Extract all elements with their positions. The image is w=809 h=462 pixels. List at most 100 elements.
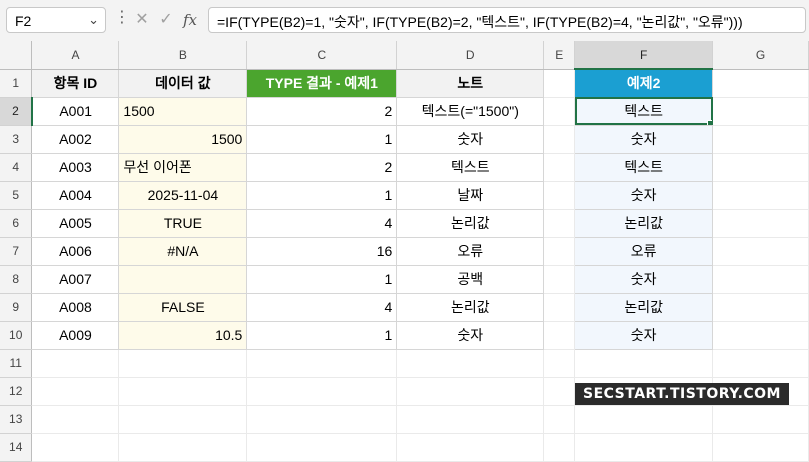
row-header[interactable]: 4 xyxy=(0,153,33,182)
cell-example2[interactable]: 숫자 xyxy=(574,125,714,154)
empty-cell[interactable] xyxy=(543,321,576,350)
row-header[interactable]: 14 xyxy=(0,433,33,462)
empty-cell[interactable] xyxy=(712,209,809,238)
cell-note[interactable]: 숫자 xyxy=(396,321,545,350)
empty-cell[interactable] xyxy=(712,405,809,434)
cancel-icon[interactable]: ✕ xyxy=(131,8,153,32)
empty-cell[interactable] xyxy=(712,97,809,126)
empty-cell[interactable] xyxy=(712,293,809,322)
row-header[interactable]: 13 xyxy=(0,405,33,434)
cell-data-value[interactable]: 1500 xyxy=(118,97,248,126)
empty-cell[interactable] xyxy=(543,125,576,154)
row-header[interactable]: 12 xyxy=(0,377,33,406)
cell-type-result[interactable]: 2 xyxy=(246,153,398,182)
empty-cell[interactable] xyxy=(543,405,576,434)
row-header[interactable]: 9 xyxy=(0,293,33,322)
cell-note[interactable]: 텍스트(="1500") xyxy=(396,97,545,126)
column-header-c[interactable]: C xyxy=(246,41,398,70)
cell-data-value[interactable]: TRUE xyxy=(118,209,248,238)
cell-id[interactable]: A001 xyxy=(31,97,120,126)
empty-cell[interactable] xyxy=(246,433,398,462)
row-header[interactable]: 3 xyxy=(0,125,33,154)
cell-type-result[interactable]: 16 xyxy=(246,237,398,266)
cell-data-value[interactable]: 10.5 xyxy=(118,321,248,350)
empty-cell[interactable] xyxy=(574,405,714,434)
cell-type-result[interactable]: 1 xyxy=(246,125,398,154)
row-header[interactable]: 10 xyxy=(0,321,33,350)
cell-id[interactable]: A008 xyxy=(31,293,120,322)
empty-cell[interactable] xyxy=(543,265,576,294)
cell-example2[interactable]: 논리값 xyxy=(574,209,714,238)
cell-id[interactable]: A007 xyxy=(31,265,120,294)
cell-id[interactable]: A005 xyxy=(31,209,120,238)
empty-cell[interactable] xyxy=(118,405,248,434)
cell-data-value[interactable]: 무선 이어폰 xyxy=(118,153,248,182)
cell-example2[interactable]: 숫자 xyxy=(574,181,714,210)
row-header[interactable]: 11 xyxy=(0,349,33,378)
fill-handle[interactable] xyxy=(707,119,712,124)
cell-note[interactable]: 공백 xyxy=(396,265,545,294)
empty-cell[interactable] xyxy=(543,97,576,126)
empty-cell[interactable] xyxy=(396,377,545,406)
empty-cell[interactable] xyxy=(712,433,809,462)
cell-note[interactable]: 논리값 xyxy=(396,209,545,238)
empty-cell[interactable] xyxy=(246,349,398,378)
name-box[interactable]: F2 ⌄ xyxy=(6,7,106,33)
cell-id[interactable]: A003 xyxy=(31,153,120,182)
cell-data-value[interactable]: 1500 xyxy=(118,125,248,154)
cell-data-value[interactable]: 2025-11-04 xyxy=(118,181,248,210)
column-header-d[interactable]: D xyxy=(396,41,545,70)
empty-cell[interactable] xyxy=(31,349,120,378)
active-cell[interactable]: 텍스트 xyxy=(574,97,714,126)
cell-data-value[interactable]: FALSE xyxy=(118,293,248,322)
empty-cell[interactable] xyxy=(396,349,545,378)
row-header[interactable]: 2 xyxy=(0,97,33,126)
row-header[interactable]: 7 xyxy=(0,237,33,266)
cell-example2[interactable]: 논리값 xyxy=(574,293,714,322)
empty-cell[interactable] xyxy=(118,377,248,406)
cell-example2[interactable]: 오류 xyxy=(574,237,714,266)
cell-type-result[interactable]: 1 xyxy=(246,321,398,350)
column-header-e[interactable]: E xyxy=(543,41,576,70)
column-header-g[interactable]: G xyxy=(712,41,809,70)
column-header-f[interactable]: F xyxy=(574,41,714,70)
row-header[interactable]: 6 xyxy=(0,209,33,238)
empty-cell[interactable] xyxy=(712,69,809,98)
empty-cell[interactable] xyxy=(543,433,576,462)
empty-cell[interactable] xyxy=(574,433,714,462)
empty-cell[interactable] xyxy=(396,405,545,434)
cell-note[interactable]: 날짜 xyxy=(396,181,545,210)
cell-id[interactable]: A004 xyxy=(31,181,120,210)
cell-note[interactable]: 논리값 xyxy=(396,293,545,322)
empty-cell[interactable] xyxy=(246,405,398,434)
header-cell-data-value[interactable]: 데이터 값 xyxy=(118,69,248,98)
empty-cell[interactable] xyxy=(543,237,576,266)
row-header[interactable]: 1 xyxy=(0,69,33,98)
empty-cell[interactable] xyxy=(31,377,120,406)
empty-cell[interactable] xyxy=(712,265,809,294)
cell-type-result[interactable]: 4 xyxy=(246,293,398,322)
chevron-down-icon[interactable]: ⌄ xyxy=(88,12,99,28)
empty-cell[interactable] xyxy=(543,293,576,322)
empty-cell[interactable] xyxy=(712,125,809,154)
cell-id[interactable]: A002 xyxy=(31,125,120,154)
empty-cell[interactable] xyxy=(396,433,545,462)
empty-cell[interactable] xyxy=(118,349,248,378)
empty-cell[interactable] xyxy=(712,181,809,210)
cell-type-result[interactable]: 1 xyxy=(246,265,398,294)
empty-cell[interactable] xyxy=(543,209,576,238)
empty-cell[interactable] xyxy=(31,433,120,462)
cell-note[interactable]: 텍스트 xyxy=(396,153,545,182)
insert-function-icon[interactable]: fx xyxy=(179,8,201,32)
empty-cell[interactable] xyxy=(543,349,576,378)
header-cell-id[interactable]: 항목 ID xyxy=(31,69,120,98)
formula-input[interactable]: =IF(TYPE(B2)=1, "숫자", IF(TYPE(B2)=2, "텍스… xyxy=(208,7,806,33)
header-cell-note[interactable]: 노트 xyxy=(396,69,545,98)
cell-note[interactable]: 숫자 xyxy=(396,125,545,154)
empty-cell[interactable] xyxy=(712,321,809,350)
select-all-corner[interactable] xyxy=(0,41,33,70)
empty-cell[interactable] xyxy=(543,69,576,98)
empty-cell[interactable] xyxy=(543,377,576,406)
row-header[interactable]: 5 xyxy=(0,181,33,210)
empty-cell[interactable] xyxy=(712,237,809,266)
